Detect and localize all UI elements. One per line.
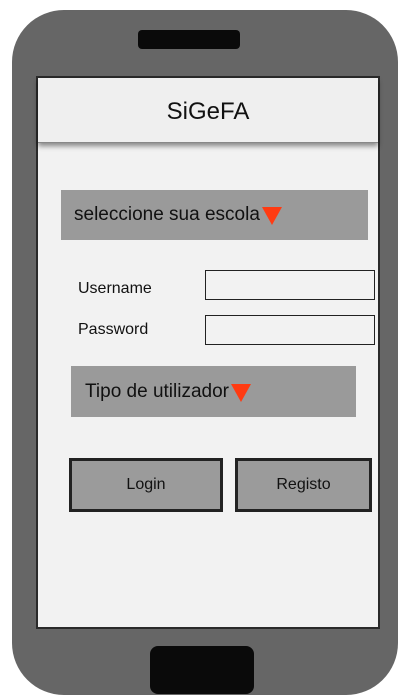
login-button[interactable]: Login [69,458,223,512]
user-type-select[interactable]: Tipo de utilizador [71,366,356,417]
username-label: Username [78,280,152,297]
school-select[interactable]: seleccione sua escola [61,190,368,240]
register-button[interactable]: Registo [235,458,372,512]
phone-speaker [138,30,240,49]
phone-screen: SiGeFA seleccione sua escola Username Pa… [36,76,380,629]
phone-frame: SiGeFA seleccione sua escola Username Pa… [12,10,398,695]
school-select-label: seleccione sua escola [74,204,260,225]
triangle-down-icon [261,207,282,225]
password-field[interactable] [205,315,375,345]
app-header: SiGeFA [38,78,378,143]
password-label: Password [78,321,149,338]
user-type-select-label: Tipo de utilizador [85,380,229,402]
phone-home-button[interactable] [150,646,254,694]
username-field[interactable] [205,270,375,300]
app-title: SiGeFA [166,98,250,125]
triangle-down-icon [230,383,251,402]
